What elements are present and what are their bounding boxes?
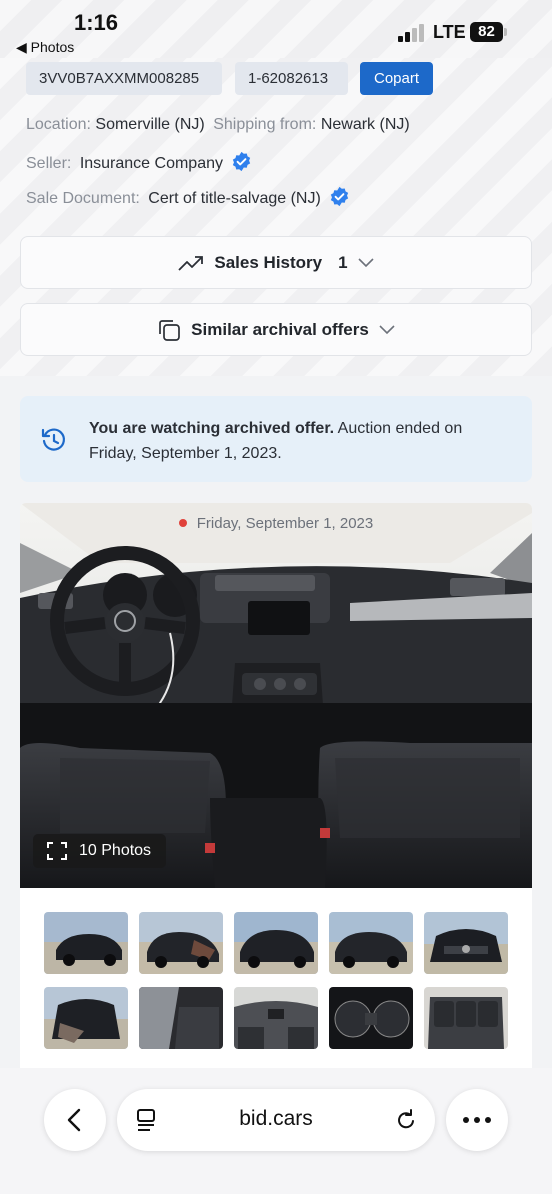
more-options-button[interactable] xyxy=(446,1089,508,1151)
archived-offer-alert: You are watching archived offer. Auction… xyxy=(20,396,532,482)
chevron-down-icon xyxy=(379,324,395,334)
verified-badge-icon xyxy=(233,151,251,172)
trending-up-icon xyxy=(178,255,204,271)
thumbnail[interactable] xyxy=(139,987,223,1049)
seller-value: Insurance Company xyxy=(79,155,223,172)
thumbnail-grid xyxy=(44,912,510,1052)
status-bar: 1:16 ◀ Photos LTE 82 xyxy=(0,0,552,58)
location-label: Location: xyxy=(26,116,91,133)
battery-level: 82 xyxy=(470,22,503,42)
sale-date-tag: Friday, September 1, 2023 xyxy=(20,515,532,532)
alert-message: You are watching archived offer. Auction… xyxy=(89,416,509,466)
sales-history-accordion[interactable]: Sales History 1 xyxy=(20,236,532,289)
car-interior-photo[interactable] xyxy=(20,503,532,888)
network-type: LTE xyxy=(433,22,466,42)
sale-document-row: Sale Document: Cert of title-salvage (NJ… xyxy=(26,186,350,208)
thumbnail[interactable] xyxy=(44,987,128,1049)
history-icon xyxy=(41,428,65,451)
browser-toolbar: bid.cars xyxy=(0,1068,552,1194)
thumbnail[interactable] xyxy=(139,912,223,974)
verified-badge-icon xyxy=(331,186,349,207)
vin-chip[interactable]: 3VV0B7AXXMM008285 xyxy=(26,62,222,95)
similar-offers-label: Similar archival offers xyxy=(191,319,369,339)
lot-info: 3VV0B7AXXMM008285 1-62082613 Copart Loca… xyxy=(0,58,552,376)
chevron-down-icon xyxy=(358,257,374,267)
thumbnail[interactable] xyxy=(44,912,128,974)
address-bar[interactable]: bid.cars xyxy=(117,1089,435,1151)
thumbnail[interactable] xyxy=(329,912,413,974)
sale-document-label: Sale Document: xyxy=(26,190,140,207)
copart-button[interactable]: Copart xyxy=(360,62,433,95)
thumbnail[interactable] xyxy=(234,912,318,974)
shipping-value: Newark (NJ) xyxy=(320,116,410,133)
view-photos-label: 10 Photos xyxy=(79,842,152,859)
thumbnail[interactable] xyxy=(424,912,508,974)
alert-bold-text: You are watching archived offer. xyxy=(89,420,335,437)
status-time: 1:16 xyxy=(74,10,119,35)
sales-history-count: 1 xyxy=(338,252,348,272)
status-dot xyxy=(178,519,187,527)
back-to-photos-link[interactable]: ◀ Photos xyxy=(16,39,74,56)
photo-gallery: Friday, September 1, 2023 10 Photos xyxy=(20,503,532,1068)
browser-back-button[interactable] xyxy=(44,1089,106,1151)
copy-icon xyxy=(159,319,181,341)
sales-history-label: Sales History xyxy=(214,252,323,272)
fullscreen-icon xyxy=(47,842,67,860)
location-row: Location: Somerville (NJ) Shipping from:… xyxy=(26,116,410,134)
chevron-left-icon xyxy=(67,1108,81,1132)
seller-label: Seller: xyxy=(26,155,72,172)
sale-document-value: Cert of title-salvage (NJ) xyxy=(148,190,321,207)
reload-icon[interactable] xyxy=(395,1108,417,1132)
battery-icon: 82 xyxy=(470,22,508,42)
lot-number-chip[interactable]: 1-62082613 xyxy=(235,62,348,95)
thumbnail[interactable] xyxy=(329,987,413,1049)
shipping-label: Shipping from: xyxy=(213,116,317,133)
seller-row: Seller: Insurance Company xyxy=(26,151,252,173)
location-value: Somerville (NJ) xyxy=(95,116,205,133)
view-photos-button[interactable]: 10 Photos xyxy=(33,834,166,868)
more-icon xyxy=(463,1117,491,1123)
thumbnail[interactable] xyxy=(234,987,318,1049)
similar-offers-accordion[interactable]: Similar archival offers xyxy=(20,303,532,356)
url-text: bid.cars xyxy=(239,1107,313,1130)
sale-date-text: Friday, September 1, 2023 xyxy=(196,515,374,532)
signal-icon xyxy=(398,24,426,42)
thumbnail[interactable] xyxy=(424,987,508,1049)
